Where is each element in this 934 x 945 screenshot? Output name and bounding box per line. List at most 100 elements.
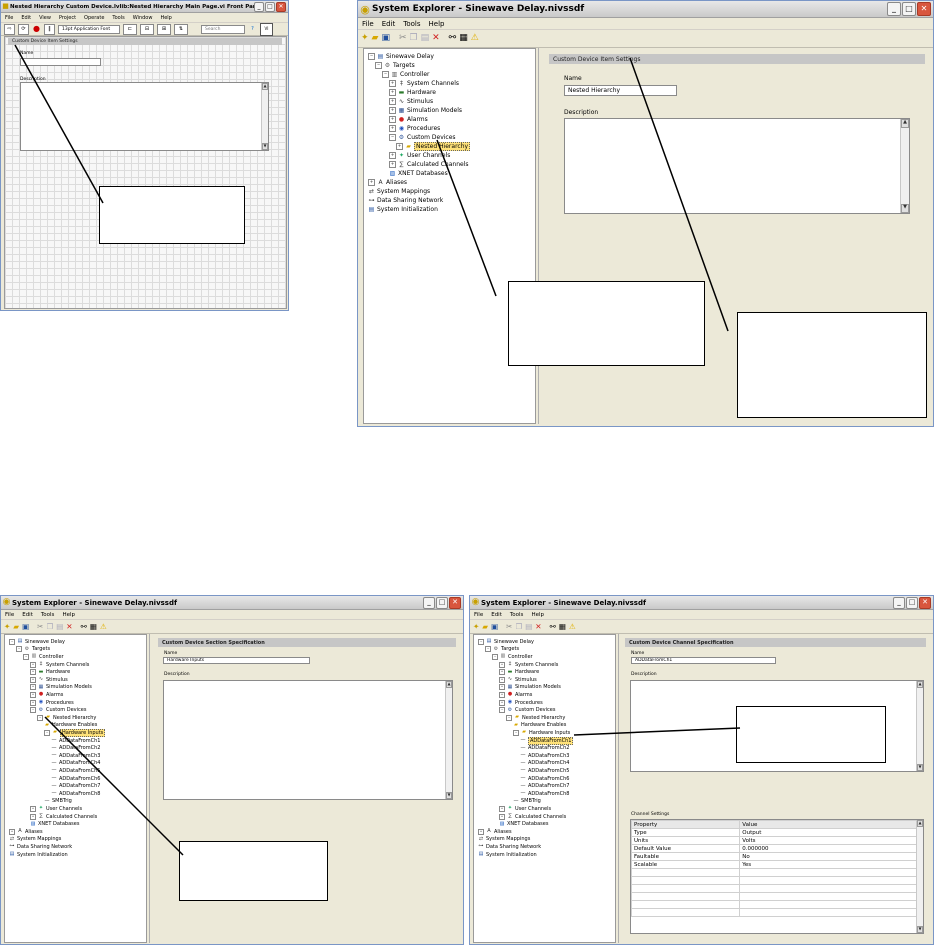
- expand-icon[interactable]: +: [389, 80, 396, 87]
- name-field[interactable]: Nested Hierarchy: [564, 85, 677, 96]
- menu-help[interactable]: Help: [58, 612, 79, 618]
- tree-item[interactable]: — SMBTrig: [513, 798, 541, 806]
- expand-icon[interactable]: +: [499, 669, 505, 676]
- minimize-button[interactable]: _: [887, 2, 901, 16]
- expand-icon[interactable]: +: [30, 661, 36, 668]
- column-header[interactable]: Property: [631, 820, 741, 829]
- paste-icon[interactable]: ▤: [525, 623, 532, 631]
- tree-item[interactable]: + ∑ Calculated Channels: [30, 813, 97, 821]
- minimize-button[interactable]: _: [893, 596, 905, 609]
- tree-item[interactable]: + A Aliases: [368, 178, 407, 187]
- find-binoculars-icon[interactable]: ⚯: [449, 34, 457, 43]
- paste-icon[interactable]: ▤: [56, 623, 63, 631]
- delete-icon[interactable]: ✕: [432, 34, 440, 43]
- expand-icon[interactable]: +: [499, 676, 505, 683]
- tree-item[interactable]: — ADDataFromCh5: [51, 767, 101, 775]
- tree-item[interactable]: + ▦ Simulation Models: [30, 684, 92, 692]
- distribute-objects-icon[interactable]: ⊟: [140, 23, 154, 35]
- expand-icon[interactable]: +: [499, 699, 505, 706]
- new-icon[interactable]: ✦: [473, 623, 479, 631]
- copy-icon[interactable]: ❐: [515, 623, 522, 631]
- description-scrollbar[interactable]: ▲ ▼: [916, 681, 923, 771]
- tree-item[interactable]: + ▬ Hardware: [499, 668, 539, 676]
- menu-tools[interactable]: Tools: [108, 15, 128, 21]
- maximize-button[interactable]: □: [436, 596, 448, 609]
- tree-item[interactable]: ⊶ Data Sharing Network: [368, 196, 444, 205]
- menu-help[interactable]: Help: [425, 20, 449, 28]
- tree-item[interactable]: — ADDataFromCh2: [51, 744, 101, 752]
- tree-item[interactable]: — ADDataFromCh6: [520, 775, 570, 783]
- scroll-up-icon[interactable]: ▲: [917, 681, 923, 688]
- column-header[interactable]: Value: [739, 820, 917, 829]
- align-objects-icon[interactable]: ⊏: [123, 23, 137, 35]
- minimize-button[interactable]: _: [254, 1, 264, 12]
- tree-item[interactable]: − ⚙ Custom Devices: [30, 706, 86, 714]
- front-panel-canvas[interactable]: [4, 36, 287, 309]
- find-binoculars-icon[interactable]: ⚯: [550, 623, 556, 631]
- tree-item[interactable]: — ADDataFromCh2: [520, 744, 570, 752]
- expand-icon[interactable]: +: [499, 813, 505, 820]
- menu-tools[interactable]: Tools: [506, 612, 528, 618]
- scroll-down-icon[interactable]: ▼: [917, 764, 923, 771]
- expand-icon[interactable]: +: [499, 805, 505, 812]
- tree-item[interactable]: ⊶ Data Sharing Network: [9, 843, 73, 851]
- maximize-button[interactable]: □: [906, 596, 918, 609]
- menu-edit[interactable]: Edit: [18, 612, 37, 618]
- expand-icon[interactable]: +: [30, 691, 36, 698]
- tree-item[interactable]: − ▤ Sinewave Delay: [9, 638, 65, 646]
- delete-icon[interactable]: ✕: [66, 623, 72, 631]
- collapse-icon[interactable]: −: [368, 53, 375, 60]
- menu-file[interactable]: File: [358, 20, 378, 28]
- expand-icon[interactable]: +: [389, 152, 396, 159]
- expand-icon[interactable]: +: [30, 805, 36, 812]
- search-input[interactable]: Search: [201, 24, 245, 34]
- menu-file[interactable]: File: [470, 612, 487, 618]
- tree-item[interactable]: − ▰ Hardware Inputs: [44, 728, 106, 737]
- tree-item[interactable]: + ◉ Procedures: [499, 699, 543, 707]
- close-button[interactable]: ✕: [917, 2, 931, 16]
- tree-item[interactable]: ▤ System Initialization: [368, 205, 438, 214]
- menu-tools[interactable]: Tools: [37, 612, 59, 618]
- tree-item[interactable]: + ▦ Simulation Models: [499, 684, 561, 692]
- tree-item[interactable]: + ◉ Procedures: [389, 124, 440, 133]
- expand-icon[interactable]: +: [30, 669, 36, 676]
- save-icon[interactable]: ▣: [22, 623, 29, 631]
- collapse-icon[interactable]: −: [506, 714, 512, 721]
- tree-item[interactable]: − ⚙ Custom Devices: [499, 706, 555, 714]
- tree-item[interactable]: + ∿ Stimulus: [389, 97, 433, 106]
- menu-edit[interactable]: Edit: [487, 612, 506, 618]
- run-arrow-icon[interactable]: ⇨: [4, 23, 15, 35]
- menu-tools[interactable]: Tools: [399, 20, 424, 28]
- reorder-icon[interactable]: ⇅: [174, 23, 188, 35]
- collapse-icon[interactable]: −: [9, 638, 15, 645]
- menu-file[interactable]: File: [1, 15, 17, 21]
- collapse-icon[interactable]: −: [485, 646, 491, 653]
- collapse-icon[interactable]: −: [16, 646, 22, 653]
- save-icon[interactable]: ▣: [491, 623, 498, 631]
- tree-item[interactable]: — ADDataFromCh8: [520, 790, 570, 798]
- scroll-down-icon[interactable]: ▼: [262, 143, 268, 150]
- expand-icon[interactable]: +: [389, 125, 396, 132]
- tree-item[interactable]: − ▤ Sinewave Delay: [368, 52, 434, 61]
- name-field[interactable]: Hardware Inputs: [163, 657, 310, 664]
- collapse-icon[interactable]: −: [382, 71, 389, 78]
- table-row[interactable]: Scalable Yes: [631, 860, 917, 869]
- tree-item[interactable]: — ADDataFromCh4: [520, 760, 570, 768]
- tree-item[interactable]: + ● Alarms: [389, 115, 428, 124]
- tree-item[interactable]: − ▥ Controller: [23, 653, 64, 661]
- tree-item[interactable]: − ▰ Nested Hierarchy: [37, 714, 96, 722]
- tree-item[interactable]: + ● Alarms: [30, 691, 63, 699]
- tree-item[interactable]: — ADDataFromCh8: [51, 790, 101, 798]
- scroll-up-icon[interactable]: ▲: [917, 820, 923, 827]
- table-row[interactable]: Units Volts: [631, 836, 917, 845]
- description-field[interactable]: ▲ ▼: [20, 82, 269, 151]
- collapse-icon[interactable]: −: [513, 729, 519, 736]
- expand-icon[interactable]: +: [389, 107, 396, 114]
- front-panel-titlebar[interactable]: ■ Nested Hierarchy Custom Device.lvlib:N…: [1, 1, 288, 13]
- abort-icon[interactable]: ●: [32, 25, 41, 34]
- table-scrollbar[interactable]: ▲ ▼: [916, 820, 923, 933]
- system-explorer-titlebar[interactable]: ◉ System Explorer - Sinewave Delay.nivss…: [470, 596, 933, 610]
- tree-item[interactable]: — ADDataFromCh7: [51, 782, 101, 790]
- tree-item[interactable]: ▤ System Initialization: [478, 851, 537, 859]
- expand-icon[interactable]: +: [499, 661, 505, 668]
